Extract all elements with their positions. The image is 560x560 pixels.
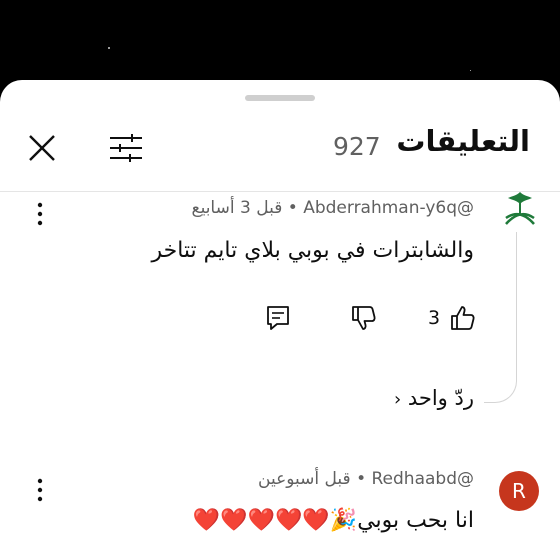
reply-icon[interactable]: [265, 304, 291, 332]
comment-text-words: انا بحب بوبي: [357, 508, 474, 533]
comment-meta: @Abderrahman-y6q • قبل 3 أسابيع: [192, 198, 474, 218]
video-frame-star: [470, 70, 471, 71]
comments-sheet: التعليقات 927 @Abderrahman-y6q • قبل 3 أ…: [0, 80, 560, 560]
header-divider: [0, 191, 560, 192]
comment-text: انا بحب بوبي❤️❤️❤️❤️❤️🎉: [193, 508, 474, 533]
sort-filter-icon[interactable]: [108, 132, 144, 164]
view-replies-link[interactable]: ردّ واحد ‹: [394, 386, 474, 410]
drag-handle[interactable]: [245, 95, 315, 101]
replies-label: ردّ واحد: [407, 386, 474, 410]
meta-separator: •: [356, 469, 367, 489]
comments-count: 927: [333, 132, 381, 161]
comment-time: قبل 3 أسابيع: [191, 198, 283, 218]
like-button[interactable]: 3: [428, 304, 478, 334]
like-count: 3: [428, 307, 441, 329]
meta-separator: •: [287, 198, 298, 218]
comment-meta: @Redhaabd • قبل أسبوعين: [258, 469, 474, 489]
comment-author[interactable]: @Abderrahman-y6q: [303, 198, 474, 218]
saudi-emblem-icon[interactable]: [498, 188, 542, 232]
thumbs-down-icon[interactable]: [349, 304, 377, 332]
thumbs-up-icon: [451, 306, 475, 330]
comment-emoji: ❤️❤️❤️❤️❤️🎉: [192, 508, 358, 533]
close-icon[interactable]: [26, 132, 58, 164]
comment-time: قبل أسبوعين: [258, 469, 351, 489]
video-frame-star: [108, 47, 110, 49]
more-options-icon[interactable]: [35, 476, 45, 504]
chevron-left-icon: ‹: [393, 389, 402, 410]
comments-title: التعليقات: [396, 124, 530, 158]
comment-author[interactable]: @Redhaabd: [372, 469, 475, 489]
avatar[interactable]: R: [499, 471, 539, 511]
reply-thread-line: [484, 232, 517, 403]
comment-text: والشابترات في بوبي بلاي تايم تتاخر: [151, 238, 474, 263]
video-player-background: [0, 0, 560, 90]
more-options-icon[interactable]: [35, 200, 45, 228]
